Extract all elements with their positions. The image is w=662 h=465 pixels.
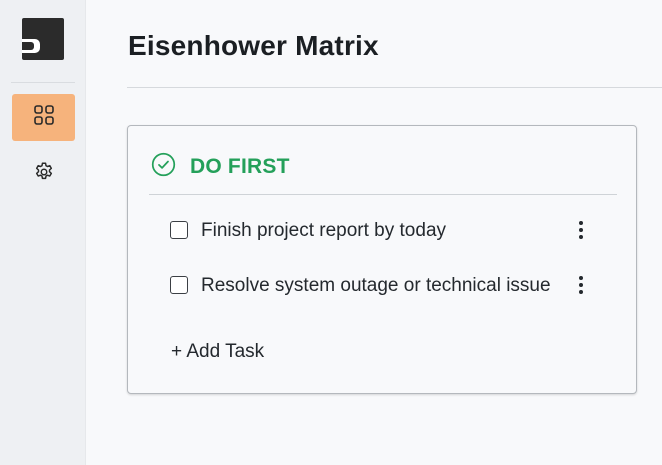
task-text: Resolve system outage or technical issue (201, 274, 551, 296)
title-divider (127, 87, 662, 88)
more-options-icon[interactable] (571, 216, 591, 244)
main-content: Eisenhower Matrix DO FIRST Finish projec… (86, 0, 662, 465)
task-item: Finish project report by today (170, 214, 600, 246)
app-logo (22, 18, 64, 60)
gear-icon (33, 161, 55, 188)
add-task-button[interactable]: + Add Task (171, 341, 264, 363)
quadrant-card-do-first: DO FIRST Finish project report by today … (127, 125, 637, 394)
task-text: Finish project report by today (201, 219, 447, 241)
quadrant-divider (149, 194, 617, 195)
task-checkbox[interactable] (170, 276, 188, 294)
more-options-icon[interactable] (571, 271, 591, 299)
sidebar-item-dashboard[interactable] (12, 94, 75, 141)
sidebar-item-settings[interactable] (12, 152, 75, 196)
sidebar (0, 0, 86, 465)
task-item: Resolve system outage or technical issue (170, 256, 600, 314)
sidebar-divider (11, 82, 75, 83)
check-circle-icon (151, 152, 176, 182)
quadrant-title: DO FIRST (190, 155, 290, 178)
quadrant-header: DO FIRST (151, 152, 290, 182)
dashboard-grid-icon (33, 104, 55, 131)
task-checkbox[interactable] (170, 221, 188, 239)
page-title: Eisenhower Matrix (128, 30, 379, 61)
